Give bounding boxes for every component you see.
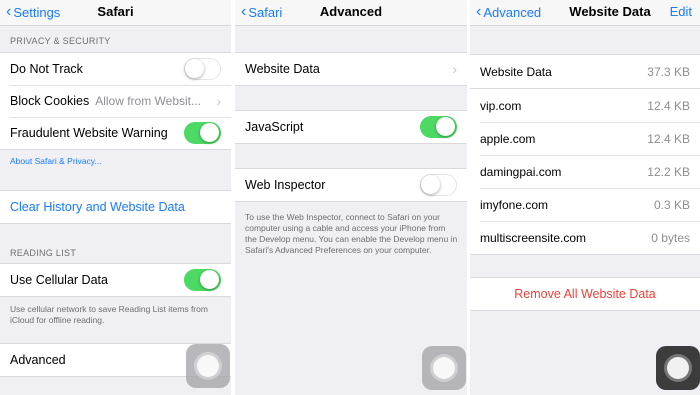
fraud-warning-label: Fraudulent Website Warning xyxy=(10,126,168,140)
website-row[interactable]: imyfone.com 0.3 KB xyxy=(470,188,700,221)
navigation-bar: ‹ Safari Advanced xyxy=(235,0,467,26)
assistive-touch-dot xyxy=(433,357,455,379)
cellular-footer-text: Use cellular network to save Reading Lis… xyxy=(10,304,208,325)
toggle-knob xyxy=(185,59,204,78)
web-inspector-footer-text: To use the Web Inspector, connect to Saf… xyxy=(245,212,458,255)
toggle-knob xyxy=(421,175,440,194)
clear-history-group: Clear History and Website Data xyxy=(0,190,231,224)
do-not-track-row: Do Not Track xyxy=(0,53,231,85)
website-row[interactable]: vip.com 12.4 KB xyxy=(470,89,700,122)
website-size: 12.2 KB xyxy=(647,164,690,179)
website-data-label: Website Data xyxy=(245,62,320,76)
javascript-toggle[interactable] xyxy=(420,116,457,138)
website-row[interactable]: apple.com 12.4 KB xyxy=(470,122,700,155)
assistive-touch-button[interactable] xyxy=(422,346,466,390)
web-inspector-group: Web Inspector xyxy=(235,168,467,202)
website-data-total-group: Website Data 37.3 KB xyxy=(470,54,700,88)
toggle-knob xyxy=(200,123,219,142)
reading-list-group: Use Cellular Data xyxy=(0,263,231,297)
website-size: 12.4 KB xyxy=(647,98,690,113)
advanced-label: Advanced xyxy=(10,353,66,367)
website-row[interactable]: damingpai.com 12.2 KB xyxy=(470,155,700,188)
website-size: 0 bytes xyxy=(651,230,690,245)
about-safari-privacy-link[interactable]: About Safari & Privacy... xyxy=(10,156,102,166)
privacy-group: Do Not Track Block Cookies Allow from We… xyxy=(0,52,231,150)
assistive-touch-dot xyxy=(197,355,219,377)
advanced-settings-screen: ‹ Safari Advanced Website Data › JavaScr… xyxy=(235,0,467,395)
website-name: multiscreensite.com xyxy=(480,230,587,245)
website-data-row[interactable]: Website Data › xyxy=(235,53,467,85)
do-not-track-label: Do Not Track xyxy=(10,62,83,76)
chevron-left-icon: ‹ xyxy=(476,3,482,20)
cellular-data-row: Use Cellular Data xyxy=(0,264,231,296)
website-name: imyfone.com xyxy=(480,197,549,212)
website-data-total-row: Website Data 37.3 KB xyxy=(470,55,700,88)
page-title: Advanced xyxy=(319,4,383,19)
fraud-warning-toggle[interactable] xyxy=(184,122,221,144)
website-name: damingpai.com xyxy=(480,164,562,179)
assistive-touch-dot xyxy=(667,357,689,379)
total-size: 37.3 KB xyxy=(647,64,690,79)
website-size: 0.3 KB xyxy=(653,197,690,212)
web-inspector-toggle[interactable] xyxy=(420,174,457,196)
reading-list-section-header: READING LIST xyxy=(10,248,77,258)
assistive-touch-button[interactable] xyxy=(186,344,230,388)
privacy-section-header: PRIVACY & SECURITY xyxy=(10,36,111,46)
block-cookies-value: Allow from Websit... xyxy=(95,94,202,108)
navigation-bar: ‹ Advanced Website Data Edit xyxy=(470,0,700,26)
web-inspector-row: Web Inspector xyxy=(235,169,467,201)
block-cookies-row[interactable]: Block Cookies Allow from Websit... › xyxy=(0,85,231,117)
chevron-right-icon: › xyxy=(216,93,221,109)
assistive-touch-button[interactable] xyxy=(656,346,700,390)
website-data-screen: ‹ Advanced Website Data Edit Website Dat… xyxy=(470,0,700,395)
page-title: Safari xyxy=(97,4,134,19)
safari-settings-screen: ‹ Settings Safari PRIVACY & SECURITY Do … xyxy=(0,0,231,395)
chevron-right-icon: › xyxy=(452,61,457,77)
navigation-bar: ‹ Settings Safari xyxy=(0,0,231,26)
edit-button[interactable]: Edit xyxy=(670,4,692,19)
cellular-data-toggle[interactable] xyxy=(184,269,221,291)
toggle-knob xyxy=(436,117,455,136)
toggle-knob xyxy=(200,270,219,289)
cellular-data-label: Use Cellular Data xyxy=(10,273,108,287)
website-name: apple.com xyxy=(480,131,536,146)
website-size: 12.4 KB xyxy=(647,131,690,146)
remove-all-group: Remove All Website Data xyxy=(470,277,700,311)
web-inspector-label: Web Inspector xyxy=(245,178,326,192)
block-cookies-label: Block Cookies xyxy=(10,94,90,108)
javascript-row: JavaScript xyxy=(235,111,467,143)
remove-all-website-data-button[interactable]: Remove All Website Data xyxy=(470,278,700,310)
website-row[interactable]: multiscreensite.com 0 bytes xyxy=(470,221,700,254)
do-not-track-toggle[interactable] xyxy=(184,58,221,80)
fraud-warning-row: Fraudulent Website Warning xyxy=(0,117,231,149)
clear-history-button[interactable]: Clear History and Website Data xyxy=(0,191,231,223)
total-label: Website Data xyxy=(480,64,552,79)
website-name: vip.com xyxy=(480,98,522,113)
javascript-group: JavaScript xyxy=(235,110,467,144)
website-list: vip.com 12.4 KB apple.com 12.4 KB daming… xyxy=(470,88,700,255)
website-data-group: Website Data › xyxy=(235,52,467,86)
javascript-label: JavaScript xyxy=(245,120,304,134)
